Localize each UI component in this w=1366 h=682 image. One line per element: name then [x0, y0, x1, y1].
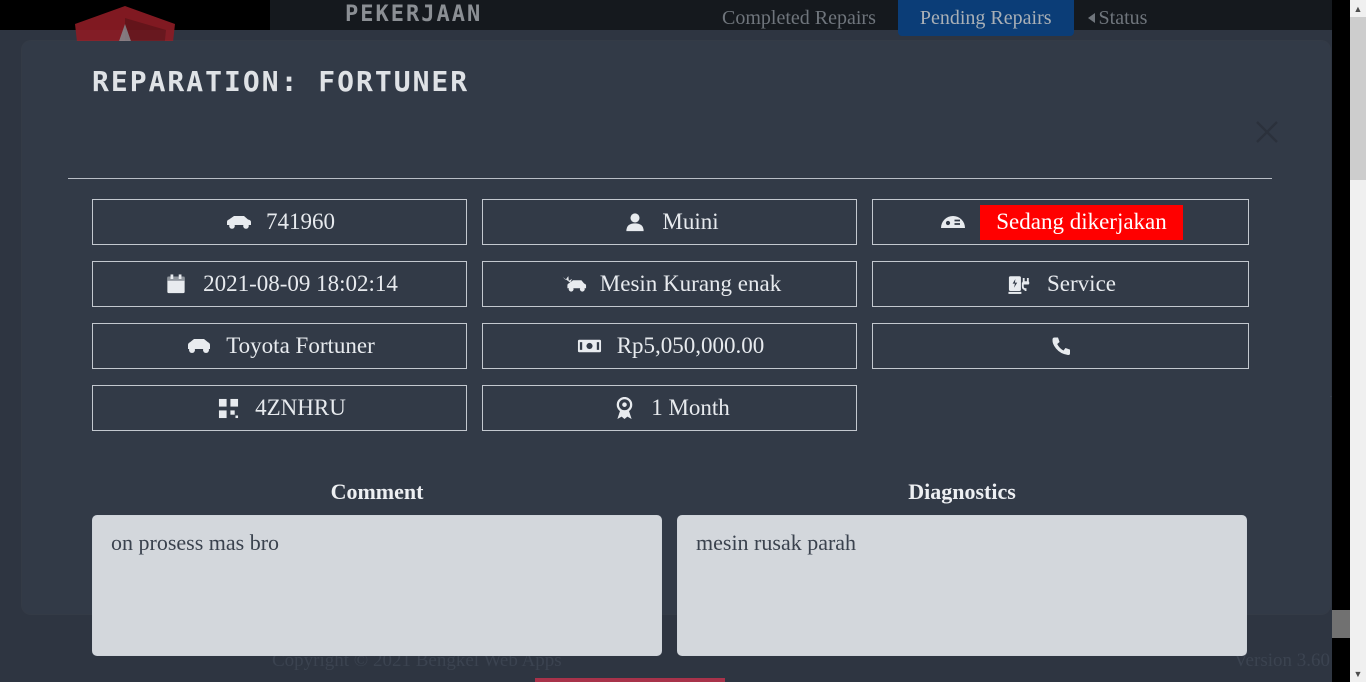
car-icon [184, 333, 214, 359]
field-value: Service [1047, 271, 1116, 296]
field-cost[interactable]: Rp5,050,000.00 [482, 323, 857, 369]
field-code[interactable]: 4ZNHRU [92, 385, 467, 431]
field-warranty[interactable]: 1 Month [482, 385, 857, 431]
field-work-type[interactable]: Service [872, 261, 1249, 307]
field-value: 2021-08-09 18:02:14 [203, 271, 398, 296]
form-row-2: 2021-08-09 18:02:14 Mesin Kurang enak Se… [92, 261, 1272, 307]
field-value: 741960 [266, 209, 335, 234]
calendar-icon [161, 271, 191, 297]
tab-bar: Completed Repairs Pending Repairs Status [700, 0, 1169, 36]
modal-title: REPARATION: FORTUNER [92, 65, 470, 98]
tab-pending-repairs[interactable]: Pending Repairs [897, 0, 1074, 36]
diagnostics-label: Diagnostics [908, 479, 1016, 504]
scrollbar-thumb[interactable] [1350, 17, 1366, 180]
phone-icon [1046, 333, 1076, 359]
field-value: Toyota Fortuner [226, 333, 375, 358]
footer-version: Version 3.60 [1233, 650, 1330, 671]
tab-completed-repairs[interactable]: Completed Repairs [700, 0, 898, 36]
field-value: Rp5,050,000.00 [616, 333, 765, 358]
app-root: PEKERJAAN Completed Repairs Pending Repa… [0, 0, 1366, 682]
page-scrollbar[interactable]: ▲ ▼ [1350, 0, 1366, 682]
field-mechanic-name[interactable]: Muini [482, 199, 857, 245]
field-value: 1 Month [651, 395, 730, 420]
modal-divider [68, 178, 1272, 179]
footer-accent-bar [535, 678, 725, 682]
field-value: Mesin Kurang enak [599, 271, 782, 296]
qrcode-icon [213, 395, 243, 421]
field-plate-number[interactable]: 741960 [92, 199, 467, 245]
triangle-left-icon [1087, 13, 1095, 23]
form-row-3: Toyota Fortuner Rp5,050,000.00 [92, 323, 1272, 369]
field-datetime[interactable]: 2021-08-09 18:02:14 [92, 261, 467, 307]
form-row-4: 4ZNHRU 1 Month [92, 385, 1272, 431]
money-bill-icon [575, 333, 605, 359]
textarea-labels: Comment Diagnostics [92, 479, 1272, 505]
field-status[interactable]: Sedang dikerjakan [872, 199, 1249, 245]
reparation-modal: REPARATION: FORTUNER 741960 Muini Sedang… [22, 41, 1330, 656]
tab-label: Pending Repairs [919, 6, 1052, 29]
charging-station-icon [1005, 271, 1035, 297]
tab-label: Completed Repairs [722, 6, 876, 29]
close-icon[interactable] [1254, 119, 1280, 145]
diagnostics-textarea[interactable] [677, 515, 1247, 656]
field-vehicle[interactable]: Toyota Fortuner [92, 323, 467, 369]
field-value: 4ZNHRU [255, 395, 346, 420]
comment-label: Comment [330, 479, 424, 504]
award-icon [609, 395, 639, 421]
textarea-row [92, 515, 1247, 656]
status-badge: Sedang dikerjakan [980, 204, 1183, 240]
reparation-form: 741960 Muini Sedang dikerjakan 2021-08-0… [92, 199, 1272, 447]
car-crash-icon [558, 271, 588, 297]
tachometer-icon [938, 209, 968, 235]
gutter-marker [1332, 610, 1350, 638]
comment-textarea[interactable] [92, 515, 662, 656]
page-title: PEKERJAAN [345, 2, 483, 27]
form-row-1: 741960 Muini Sedang dikerjakan [92, 199, 1272, 245]
tab-label: Status [1098, 6, 1148, 29]
field-value: Muini [662, 209, 719, 234]
field-phone[interactable] [872, 323, 1249, 369]
car-side-icon [224, 209, 254, 235]
window-gutter [1332, 0, 1350, 682]
chevron-up-icon[interactable]: ▲ [1350, 0, 1366, 17]
user-icon [620, 209, 650, 235]
chevron-down-icon[interactable]: ▼ [1350, 665, 1366, 682]
tab-status[interactable]: Status [1074, 0, 1170, 36]
top-navbar: PEKERJAAN Completed Repairs Pending Repa… [0, 0, 1352, 36]
field-complaint[interactable]: Mesin Kurang enak [482, 261, 857, 307]
